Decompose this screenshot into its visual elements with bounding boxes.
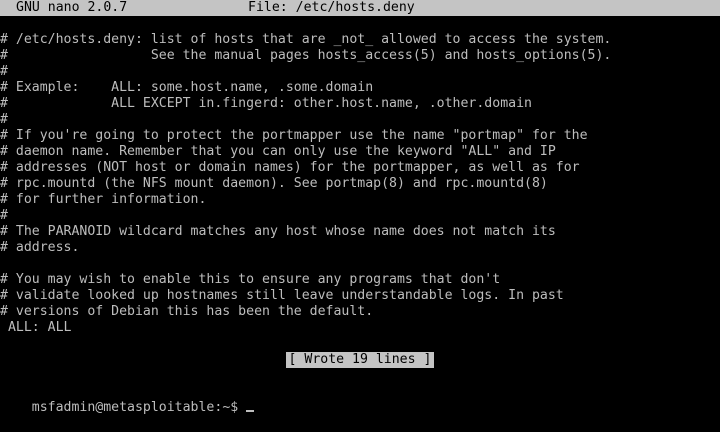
text-cursor	[246, 410, 255, 412]
editor-version: GNU nano 2.0.7	[16, 0, 128, 15]
content-line: # for further information.	[0, 192, 207, 207]
content-line: #	[0, 208, 8, 223]
file-content[interactable]: # /etc/hosts.deny: list of hosts that ar…	[0, 32, 720, 336]
content-line: # validate looked up hostnames still lea…	[0, 288, 564, 303]
nano-title-bar: GNU nano 2.0.7 File: /etc/hosts.deny	[0, 0, 720, 16]
content-line: # daemon name. Remember that you can onl…	[0, 144, 556, 159]
content-line: # rpc.mountd (the NFS mount daemon). See…	[0, 176, 548, 191]
content-line: # Example: ALL: some.host.name, .some.do…	[0, 80, 374, 95]
content-line: # /etc/hosts.deny: list of hosts that ar…	[0, 32, 612, 47]
content-line: ALL: ALL	[0, 320, 72, 335]
content-line: # addresses (NOT host or domain names) f…	[0, 160, 580, 175]
terminal-screen[interactable]: GNU nano 2.0.7 File: /etc/hosts.deny # /…	[0, 0, 720, 415]
content-line: # address.	[0, 240, 80, 255]
content-line: #	[0, 112, 8, 127]
shell-prompt: msfadmin@metasploitable:~$	[31, 400, 247, 415]
content-line: # versions of Debian this has been the d…	[0, 304, 374, 319]
shell-prompt-line[interactable]: msfadmin@metasploitable:~$	[0, 384, 255, 415]
content-line: # See the manual pages hosts_access(5) a…	[0, 48, 612, 63]
status-message-bar: [ Wrote 19 lines ]	[0, 352, 720, 368]
content-line: # The PARANOID wildcard matches any host…	[0, 224, 556, 239]
content-line: # ALL EXCEPT in.fingerd: other.host.name…	[0, 96, 532, 111]
content-line	[0, 256, 720, 272]
content-line: # If you're going to protect the portmap…	[0, 128, 588, 143]
file-name: File: /etc/hosts.deny	[248, 0, 415, 15]
status-message: [ Wrote 19 lines ]	[285, 352, 435, 368]
content-line: # You may wish to enable this to ensure …	[0, 272, 501, 287]
content-line: #	[0, 64, 8, 79]
